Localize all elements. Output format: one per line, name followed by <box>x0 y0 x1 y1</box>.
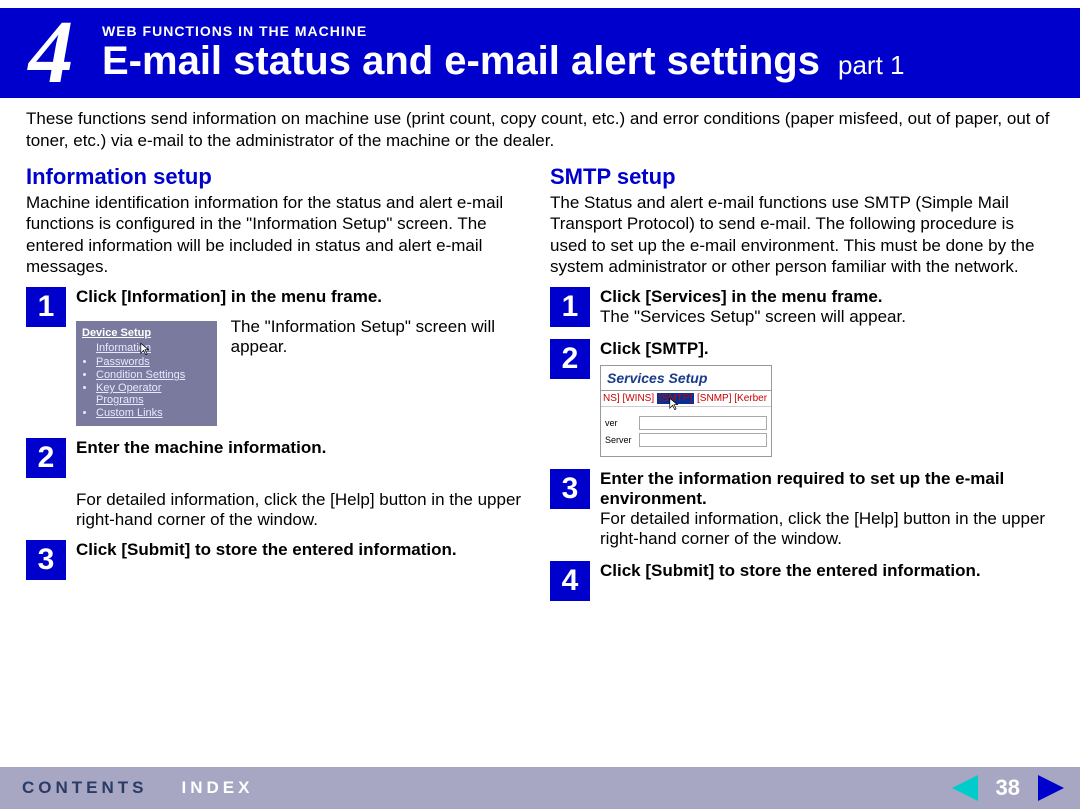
page-title: E-mail status and e-mail alert settings <box>102 39 820 84</box>
device-setup-screenshot: Device Setup Information Passwords Condi… <box>76 321 217 426</box>
left-step1-title: Click [Information] in the menu frame. <box>76 287 530 307</box>
services-tabs-left: NS] [WINS] <box>603 393 657 404</box>
device-setup-item: Information <box>96 342 151 354</box>
device-setup-item: Custom Links <box>96 407 211 419</box>
right-step1-title: Click [Services] in the menu frame. <box>600 287 1054 307</box>
services-row-label: Server <box>605 435 635 445</box>
device-setup-item: Condition Settings <box>96 369 211 381</box>
cursor-icon <box>138 342 152 356</box>
right-step-2: 2 Click [SMTP]. Services Setup NS] [WINS… <box>550 339 1054 457</box>
left-column: Information setup Machine identification… <box>26 158 530 767</box>
left-step-3: 3 Click [Submit] to store the entered in… <box>26 540 530 580</box>
device-setup-item: Passwords <box>96 356 211 368</box>
left-step-2: 2 Enter the machine information. <box>26 438 530 478</box>
right-column: SMTP setup The Status and alert e-mail f… <box>550 158 1054 767</box>
page-number: 38 <box>996 775 1020 801</box>
smtp-setup-lead: The Status and alert e-mail functions us… <box>550 192 1054 277</box>
info-setup-lead: Machine identification information for t… <box>26 192 530 277</box>
footer-bar: CONTENTS INDEX 38 <box>0 767 1080 809</box>
chapter-label: WEB FUNCTIONS IN THE MACHINE <box>102 23 1080 39</box>
step-bullet: 1 <box>550 287 590 327</box>
services-row-input <box>639 433 767 447</box>
contents-link[interactable]: CONTENTS <box>12 774 158 802</box>
section-number: 4 <box>6 8 96 98</box>
right-step-1: 1 Click [Services] in the menu frame. Th… <box>550 287 1054 327</box>
right-step3-title: Enter the information required to set up… <box>600 469 1054 509</box>
services-tabs-right: [SNMP] [Kerber <box>694 393 767 404</box>
smtp-setup-heading: SMTP setup <box>550 164 1054 190</box>
prev-page-icon[interactable] <box>948 773 982 803</box>
device-setup-title: Device Setup <box>82 327 211 339</box>
services-row-input <box>639 416 767 430</box>
left-step1-note: The "Information Setup" screen will appe… <box>231 317 530 426</box>
left-step3-title: Click [Submit] to store the entered info… <box>76 540 530 560</box>
right-step4-title: Click [Submit] to store the entered info… <box>600 561 1054 581</box>
intro-text: These functions send information on mach… <box>0 98 1080 158</box>
services-setup-title: Services Setup <box>601 366 771 391</box>
services-setup-tabs: NS] [WINS] [SMTP] [SNMP] [Kerber <box>601 391 771 407</box>
services-setup-screenshot: Services Setup NS] [WINS] [SMTP] [SNMP] … <box>600 365 772 457</box>
step-bullet: 1 <box>26 287 66 327</box>
step-bullet: 3 <box>550 469 590 509</box>
step-bullet: 4 <box>550 561 590 601</box>
right-step2-title: Click [SMTP]. <box>600 339 1054 359</box>
next-page-icon[interactable] <box>1034 773 1068 803</box>
right-step1-note: The "Services Setup" screen will appear. <box>600 307 1054 327</box>
cursor-icon <box>667 397 681 411</box>
device-setup-item: Key Operator Programs <box>96 382 211 406</box>
services-row-label: ver <box>605 418 635 428</box>
services-tab-selected: [SMTP] <box>657 393 694 404</box>
left-step2-title: Enter the machine information. <box>76 438 530 458</box>
right-step3-note: For detailed information, click the [Hel… <box>600 509 1054 549</box>
step-bullet: 2 <box>26 438 66 478</box>
left-step-1: 1 Click [Information] in the menu frame.… <box>26 287 530 426</box>
info-setup-heading: Information setup <box>26 164 530 190</box>
step-bullet: 3 <box>26 540 66 580</box>
step-bullet: 2 <box>550 339 590 379</box>
index-link[interactable]: INDEX <box>172 774 264 802</box>
part-label: part 1 <box>838 50 905 81</box>
page-header: 4 WEB FUNCTIONS IN THE MACHINE E-mail st… <box>0 0 1080 98</box>
right-step-3: 3 Enter the information required to set … <box>550 469 1054 549</box>
right-step-4: 4 Click [Submit] to store the entered in… <box>550 561 1054 601</box>
left-step2-note: For detailed information, click the [Hel… <box>76 490 530 530</box>
